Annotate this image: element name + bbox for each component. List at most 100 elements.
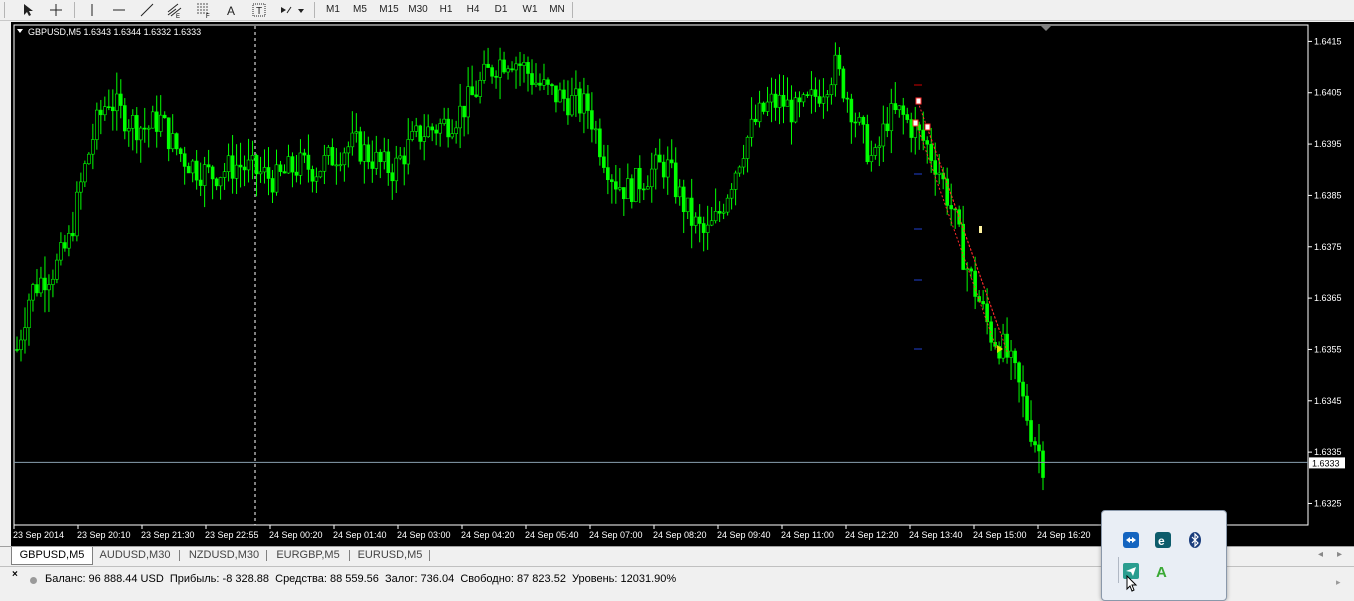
candle-body [661, 161, 666, 178]
candle-body [1017, 362, 1021, 383]
candle-body [398, 155, 403, 159]
arrows-icon[interactable] [278, 1, 306, 18]
candle-body [657, 154, 662, 163]
candle-body [809, 89, 814, 96]
text-label-icon[interactable]: T [249, 1, 269, 18]
candle-body [474, 94, 478, 97]
candle-body [198, 179, 203, 186]
trade-marker [912, 119, 919, 127]
candle-body [218, 177, 223, 187]
candle-body [701, 223, 706, 233]
candle-body [138, 127, 143, 141]
price-chart[interactable]: 1.6415 1.6405 1.6395 1.6385 1.6375 1.6365 1.63… [11, 22, 1354, 546]
x-tick-label: 24 Sep 05:40 [525, 530, 579, 540]
candle-body [222, 171, 227, 178]
timeframe-m15[interactable]: M15 [375, 1, 403, 18]
timeframe-d1[interactable]: D1 [489, 1, 513, 18]
candle-body [558, 89, 562, 103]
bluetooth-icon[interactable] [1186, 531, 1204, 549]
vertical-line-icon[interactable] [82, 1, 102, 18]
tab-eurusd-m5[interactable]: EURUSD,M5 [352, 547, 428, 564]
green-a-icon[interactable]: A [1154, 562, 1172, 581]
timeframe-w1[interactable]: W1 [517, 1, 543, 18]
candle-body [665, 159, 670, 178]
candle-body [546, 79, 550, 85]
tab-scroll-right-icon[interactable]: ▸ [1337, 549, 1342, 560]
candle-body [602, 156, 606, 168]
timeframe-m1[interactable]: M1 [321, 1, 345, 18]
candle-body [721, 211, 726, 214]
e-app-icon[interactable]: e [1154, 531, 1172, 549]
scroll-right-icon[interactable]: ▸ [1336, 577, 1341, 588]
chart-canvas[interactable]: 1.6415 1.6405 1.6395 1.6385 1.6375 1.6365 1.63… [11, 22, 1354, 546]
tab-audusd-m30[interactable]: AUDUSD,M30 [96, 547, 174, 564]
candle-body [725, 197, 730, 213]
candle-body [1001, 333, 1005, 359]
tab-nzdusd-m30[interactable]: NZDUSD,M30 [184, 547, 264, 564]
x-tick-label: 24 Sep 13:40 [909, 530, 963, 540]
equidistant-channel-icon[interactable]: E [164, 1, 186, 18]
candle-body [945, 178, 949, 206]
x-tick-label: 23 Sep 2014 [13, 530, 64, 540]
candle-body [142, 127, 147, 130]
candle-body [502, 59, 506, 73]
candle-body [769, 93, 774, 103]
candle-body [929, 143, 934, 161]
timeframe-m30[interactable]: M30 [404, 1, 432, 18]
candle-body [63, 242, 67, 249]
candle-body [23, 327, 27, 341]
current-price-tag: 1.6333 [1309, 457, 1345, 469]
candle-body [590, 110, 594, 130]
candle-body [254, 155, 259, 175]
timeframe-h4[interactable]: H4 [461, 1, 485, 18]
candle-body [1033, 441, 1037, 446]
candle-body [406, 139, 411, 165]
svg-text:E: E [176, 14, 180, 18]
candle-body [498, 59, 502, 78]
timeframe-m5[interactable]: M5 [348, 1, 372, 18]
chart-header-arrow-icon[interactable] [17, 29, 23, 33]
candle-body [873, 147, 878, 156]
trendline-icon[interactable] [136, 1, 158, 18]
cursor-icon[interactable] [18, 1, 38, 18]
y-tick-label: 1.6375 [1314, 242, 1342, 252]
fibonacci-icon[interactable]: F [193, 1, 215, 18]
candle-body [262, 167, 267, 173]
horizontal-line-icon[interactable] [108, 1, 130, 18]
candle-body [446, 118, 450, 138]
candle-body [238, 164, 243, 168]
svg-text:T: T [256, 6, 262, 17]
crosshair-icon[interactable] [46, 1, 66, 18]
candle-body [761, 102, 766, 112]
candle-body [494, 75, 498, 78]
teamviewer-icon[interactable] [1122, 531, 1140, 549]
timeframe-h1[interactable]: H1 [434, 1, 458, 18]
candle-body [729, 189, 734, 199]
candle-body [166, 117, 171, 150]
trade-marker [924, 123, 931, 131]
candle-body [789, 99, 794, 123]
candle-body [813, 89, 818, 97]
x-tick-label: 24 Sep 01:40 [333, 530, 387, 540]
x-tick-label: 24 Sep 00:20 [269, 530, 323, 540]
candle-body [47, 284, 51, 291]
tab-eurgbp-m5[interactable]: EURGBP,M5 [270, 547, 346, 564]
svg-text:A: A [227, 4, 235, 17]
candle-body [578, 88, 582, 114]
candle-body [186, 166, 191, 174]
candle-body [857, 116, 862, 123]
trade-marker [915, 97, 922, 105]
y-tick-label: 1.6335 [1314, 447, 1342, 457]
candle-body [290, 156, 295, 173]
chart-shift-marker[interactable] [1041, 26, 1051, 31]
timeframe-mn[interactable]: MN [544, 1, 570, 18]
candle-body [370, 161, 375, 169]
y-tick-label: 1.6415 [1314, 36, 1342, 46]
candle-body [913, 124, 918, 138]
candle-body [645, 186, 650, 190]
close-icon[interactable]: × [12, 569, 18, 580]
tab-gbpusd-m5[interactable]: GBPUSD,M5 [11, 547, 93, 565]
status-dot-icon [30, 577, 37, 584]
tab-scroll-left-icon[interactable]: ◂ [1318, 549, 1323, 560]
text-icon[interactable]: A [222, 1, 242, 18]
